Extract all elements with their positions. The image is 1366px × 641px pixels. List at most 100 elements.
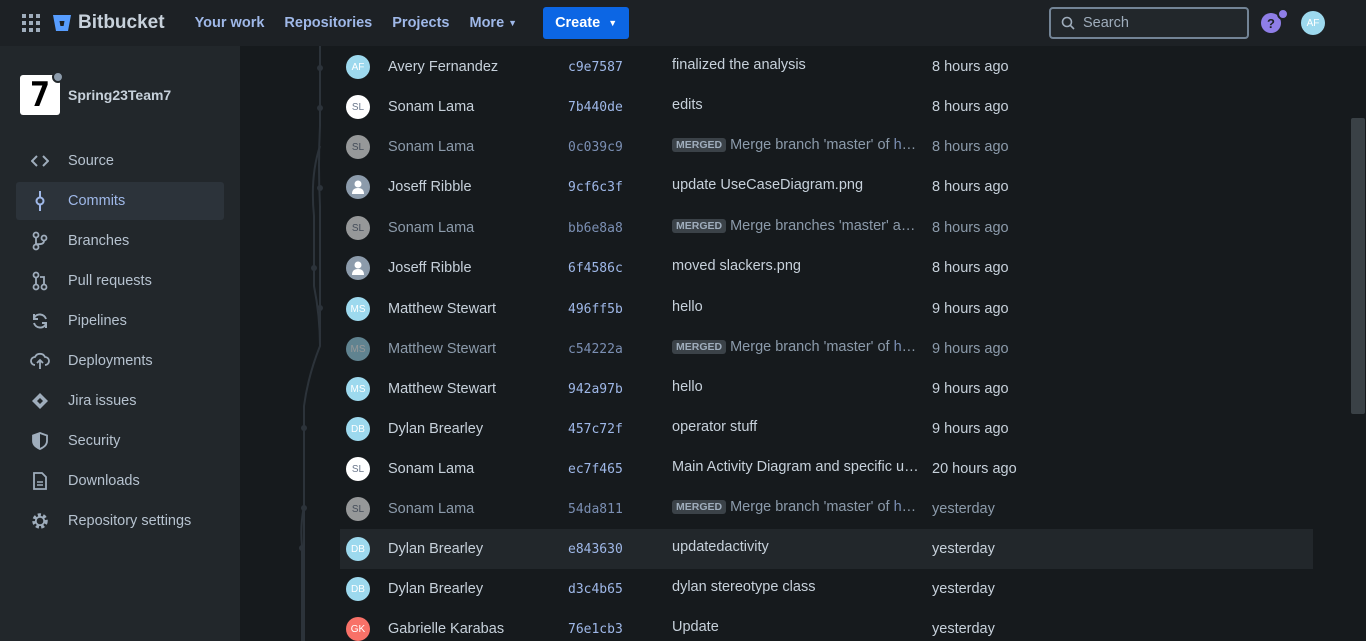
author-avatar[interactable]: SL: [346, 95, 370, 119]
commit-row[interactable]: Joseff Ribble 6f4586c moved slackers.png 8 …: [340, 248, 1313, 288]
commit-hash-link[interactable]: c54222a: [568, 342, 623, 357]
commit-row[interactable]: DB Dylan Brearley 457c72f operator stuff 9 h…: [340, 409, 1313, 449]
commit-message-link[interactable]: https://bitbucket.org: [894, 339, 920, 355]
commit-row[interactable]: SL Sonam Lama 0c039c9 MERGED Merge branch 'm…: [340, 127, 1313, 167]
nav-more[interactable]: More ▼: [469, 15, 517, 31]
author-avatar[interactable]: SL: [346, 216, 370, 240]
search-input[interactable]: Search: [1049, 7, 1249, 39]
commit-hash-link[interactable]: 9cf6c3f: [568, 180, 623, 195]
commit-hash-link[interactable]: d3c4b65: [568, 582, 623, 597]
commit-row[interactable]: MS Matthew Stewart 496ff5b hello 9 hours ago: [340, 289, 1313, 329]
sidebar-item-jira-issues[interactable]: Jira issues: [16, 382, 224, 420]
commit-message[interactable]: moved slackers.png: [672, 258, 920, 274]
commit-hash-link[interactable]: 942a97b: [568, 382, 623, 397]
author-avatar[interactable]: [346, 256, 370, 280]
sidebar-item-downloads[interactable]: Downloads: [16, 462, 224, 500]
commit-row[interactable]: MS Matthew Stewart 942a97b hello 9 hours ago: [340, 369, 1313, 409]
commit-hash-link[interactable]: 76e1cb3: [568, 622, 623, 637]
commit-message[interactable]: MERGEDMerge branches 'master' and 'maste…: [672, 218, 920, 234]
user-avatar[interactable]: AF: [1301, 11, 1325, 35]
commit-hash-link[interactable]: e843630: [568, 542, 623, 557]
author-avatar[interactable]: DB: [346, 577, 370, 601]
commit-hash-link[interactable]: 496ff5b: [568, 302, 623, 317]
merged-badge: MERGED: [672, 500, 727, 514]
author-avatar[interactable]: MS: [346, 297, 370, 321]
commit-row[interactable]: MS Matthew Stewart c54222a MERGED Merge bran…: [340, 329, 1313, 369]
commit-hash-link[interactable]: bb6e8a8: [568, 221, 623, 236]
commit-message[interactable]: updatedactivity: [672, 539, 920, 555]
commit-row[interactable]: DB Dylan Brearley e843630 updatedactivity ye…: [340, 529, 1313, 569]
commit-row[interactable]: SL Sonam Lama bb6e8a8 MERGED Merge branches …: [340, 208, 1313, 248]
commit-time: 8 hours ago: [932, 99, 1009, 115]
commit-message[interactable]: edits: [672, 97, 920, 113]
commit-time: 9 hours ago: [932, 341, 1009, 357]
sidebar-item-commits[interactable]: Commits: [16, 182, 224, 220]
merged-badge: MERGED: [672, 219, 727, 233]
scrollbar[interactable]: [1350, 46, 1366, 641]
sidebar-item-label: Jira issues: [68, 393, 137, 409]
nav-your-work[interactable]: Your work: [195, 15, 265, 31]
author-avatar[interactable]: AF: [346, 55, 370, 79]
author-avatar[interactable]: DB: [346, 417, 370, 441]
create-button[interactable]: Create ▼: [543, 7, 630, 39]
commit-message[interactable]: Update: [672, 619, 920, 635]
commit-hash-link[interactable]: 54da811: [568, 502, 623, 517]
commit-message[interactable]: operator stuff: [672, 419, 920, 435]
commit-hash-link[interactable]: 6f4586c: [568, 261, 623, 276]
author-avatar[interactable]: SL: [346, 457, 370, 481]
author-avatar[interactable]: SL: [346, 497, 370, 521]
commit-message[interactable]: finalized the analysis: [672, 57, 920, 73]
scrollbar-thumb[interactable]: [1351, 118, 1365, 414]
sidebar-item-security[interactable]: Security: [16, 422, 224, 460]
sidebar-item-branches[interactable]: Branches: [16, 222, 224, 260]
commit-message[interactable]: hello: [672, 379, 920, 395]
sidebar-item-repository-settings[interactable]: Repository settings: [16, 502, 224, 540]
commit-message-text: operator stuff: [672, 419, 758, 435]
author-avatar[interactable]: DB: [346, 537, 370, 561]
nav-projects[interactable]: Projects: [392, 15, 449, 31]
commit-row[interactable]: DB Dylan Brearley d3c4b65 dylan stereotype …: [340, 569, 1313, 609]
author-avatar[interactable]: GK: [346, 617, 370, 641]
author-avatar[interactable]: [346, 175, 370, 199]
commit-time: 8 hours ago: [932, 220, 1009, 236]
commit-message[interactable]: update UseCaseDiagram.png: [672, 177, 920, 193]
commit-message-text: update UseCaseDiagram.png: [672, 177, 864, 193]
product-name: Bitbucket: [78, 12, 165, 33]
commit-message[interactable]: hello: [672, 299, 920, 315]
author-avatar[interactable]: SL: [346, 135, 370, 159]
commit-time: 20 hours ago: [932, 461, 1017, 477]
author-avatar[interactable]: MS: [346, 337, 370, 361]
commit-row[interactable]: GK Gabrielle Karabas 76e1cb3 Update yesterda…: [340, 609, 1313, 641]
commit-hash-link[interactable]: 457c72f: [568, 422, 623, 437]
sidebar-item-pull-requests[interactable]: Pull requests: [16, 262, 224, 300]
commit-message[interactable]: MERGEDMerge branch 'master' of https://b…: [672, 499, 920, 515]
sidebar-item-source[interactable]: Source: [16, 142, 224, 180]
commit-row[interactable]: AF Avery Fernandez c9e7587 finalized the an…: [340, 47, 1313, 87]
commit-author: Sonam Lama: [388, 461, 475, 477]
commit-message[interactable]: dylan stereotype class: [672, 579, 920, 595]
commit-message-link[interactable]: https://bitbucket.org: [894, 137, 920, 153]
app-switcher-icon[interactable]: [22, 14, 40, 32]
commit-row[interactable]: Joseff Ribble 9cf6c3f update UseCaseDiagra…: [340, 167, 1313, 207]
commit-message[interactable]: Main Activity Diagram and specific use c…: [672, 459, 920, 475]
commit-message[interactable]: MERGEDMerge branch 'master' of https://b…: [672, 137, 920, 153]
commit-hash-link[interactable]: 7b440de: [568, 100, 623, 115]
sidebar-item-deployments[interactable]: Deployments: [16, 342, 224, 380]
commit-row[interactable]: SL Sonam Lama ec7f465 Main Activity Diagram…: [340, 449, 1313, 489]
commit-row[interactable]: SL Sonam Lama 7b440de edits 8 hours ago: [340, 87, 1313, 127]
repository-avatar-glyph: 7: [29, 75, 51, 115]
commit-message-link[interactable]: https://bitbucket.org: [894, 499, 920, 515]
commit-hash-link[interactable]: c9e7587: [568, 60, 623, 75]
commit-message[interactable]: MERGEDMerge branch 'master' of https://b…: [672, 339, 920, 355]
repository-header[interactable]: 7 Spring23Team7: [20, 71, 172, 115]
sidebar-item-pipelines[interactable]: Pipelines: [16, 302, 224, 340]
repository-name: Spring23Team7: [68, 87, 172, 103]
bitbucket-logo[interactable]: Bitbucket: [52, 12, 165, 34]
nav-repositories[interactable]: Repositories: [284, 15, 372, 31]
commit-row[interactable]: SL Sonam Lama 54da811 MERGED Merge branch 'm…: [340, 489, 1313, 529]
commit-hash-link[interactable]: 0c039c9: [568, 140, 623, 155]
commit-message-text: moved slackers.png: [672, 258, 801, 274]
commit-hash-link[interactable]: ec7f465: [568, 462, 623, 477]
commit-author: Matthew Stewart: [388, 341, 496, 357]
author-avatar[interactable]: MS: [346, 377, 370, 401]
